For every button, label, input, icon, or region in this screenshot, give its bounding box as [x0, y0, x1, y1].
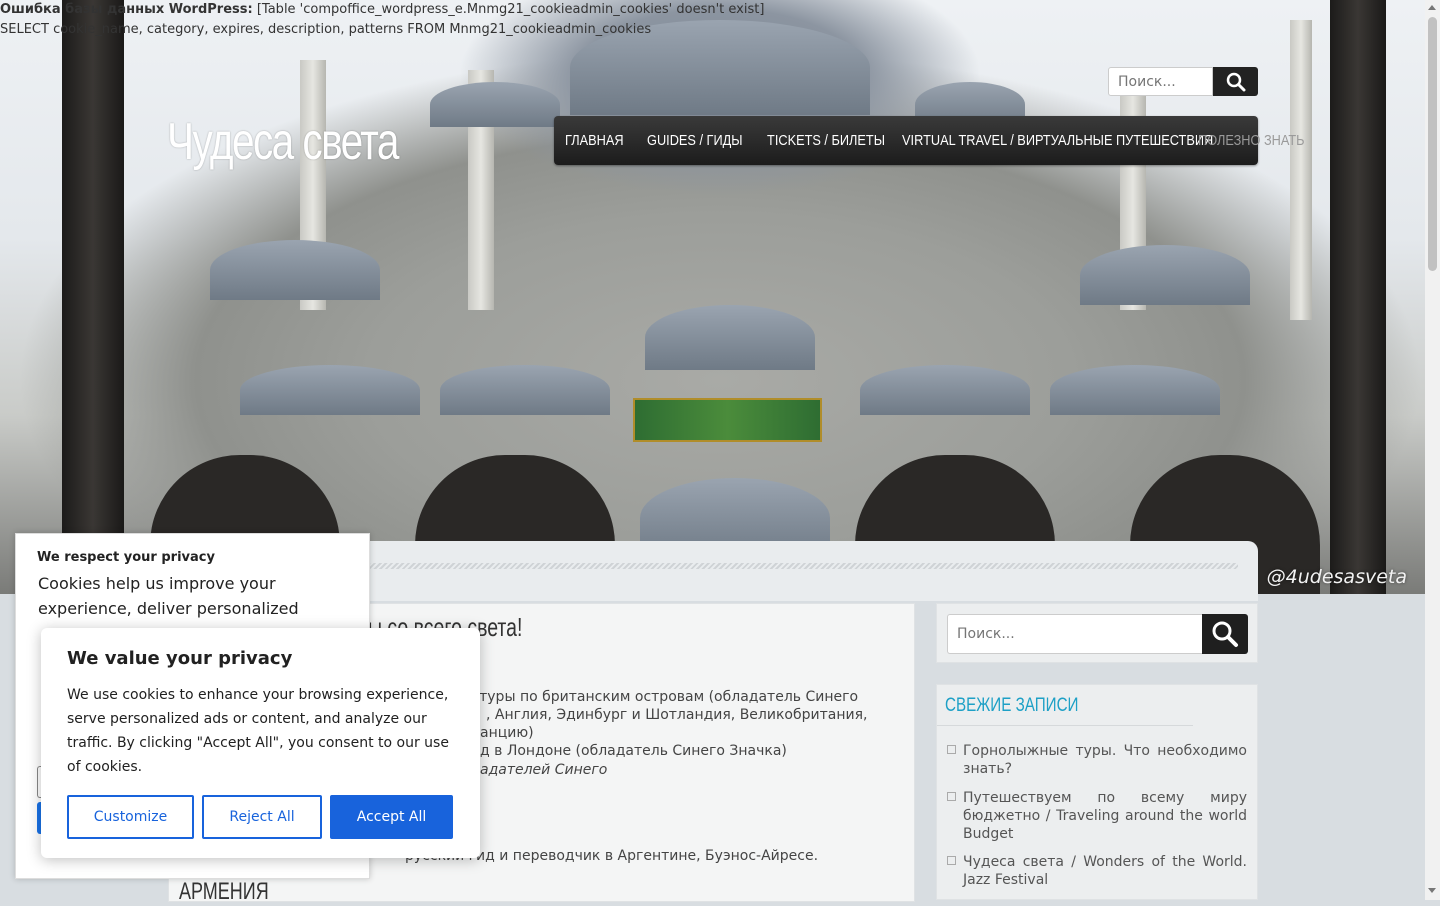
post-line: , Англия, Эдинбург и Шотландия, Великобр…	[486, 707, 868, 723]
db-error-query: SELECT cookie_name, category, expires, d…	[0, 22, 652, 37]
recent-post-item[interactable]: Путешествуем по всему миру бюджетно / Tr…	[947, 789, 1247, 843]
nav-item-guides[interactable]: GUIDES / ГИДЫ	[636, 132, 749, 149]
nav-item-tickets[interactable]: TICKETS / БИЛЕТЫ	[756, 132, 885, 149]
dome	[860, 365, 1030, 415]
recent-post-item[interactable]: Горнолыжные туры. Что необходимо знать?	[947, 742, 1247, 778]
recent-post-link[interactable]: Чудеса света / Wonders of the World. Jaz…	[963, 854, 1247, 888]
dome	[210, 240, 380, 300]
privacy-banner-title: We respect your privacy	[37, 550, 215, 565]
minaret	[1290, 20, 1312, 320]
cookie-consent-dialog: We value your privacy We use cookies to …	[41, 628, 480, 858]
pillar	[62, 0, 124, 594]
recent-post-item[interactable]: Чудеса света / Wonders of the World. Jaz…	[947, 853, 1247, 889]
dome	[1080, 245, 1250, 305]
header-search-input[interactable]	[1108, 67, 1213, 96]
accept-all-button[interactable]: Accept All	[330, 795, 453, 839]
search-icon	[1212, 621, 1238, 647]
sidebar-search-input[interactable]	[947, 614, 1202, 654]
nav-item-home[interactable]: ГЛАВНАЯ	[554, 132, 635, 149]
post-line: ые туры по британским островам (обладате…	[455, 689, 859, 705]
post-line: анцию)	[480, 725, 534, 741]
calligraphy-plaque	[633, 398, 822, 442]
search-icon	[1226, 72, 1245, 91]
image-watermark: @4udesasveta	[1266, 566, 1407, 588]
post-line: адателей Синего	[480, 762, 608, 778]
sidebar-search	[936, 603, 1258, 663]
dome	[645, 305, 815, 370]
bullet-icon	[947, 856, 956, 865]
page-scrollbar[interactable]	[1425, 0, 1440, 900]
section-heading: АРМЕНИЯ	[179, 878, 269, 905]
db-error-label: Ошибка базы данных WordPress:	[0, 2, 253, 17]
dome	[240, 365, 420, 415]
header-search	[1108, 67, 1258, 96]
recent-post-link[interactable]: Горнолыжные туры. Что необходимо знать?	[963, 743, 1247, 777]
dome	[430, 82, 560, 127]
customize-button[interactable]: Customize	[67, 795, 194, 839]
dome	[440, 365, 610, 415]
post-line: д в Лондоне (обладатель Синего Значка)	[480, 743, 787, 759]
bullet-icon	[947, 745, 956, 754]
sidebar-recent-posts: СВЕЖИЕ ЗАПИСИ Горнолыжные туры. Что необ…	[936, 684, 1258, 900]
recent-posts-title: СВЕЖИЕ ЗАПИСИ	[937, 685, 1193, 726]
reject-all-button[interactable]: Reject All	[202, 795, 322, 839]
cookie-consent-title: We value your privacy	[67, 648, 293, 669]
recent-post-link[interactable]: Путешествуем по всему миру бюджетно / Tr…	[963, 790, 1247, 842]
db-error-notice: Ошибка базы данных WordPress: [Table 'co…	[0, 0, 764, 40]
pillar	[1330, 0, 1386, 594]
cookie-consent-text: We use cookies to enhance your browsing …	[67, 687, 449, 775]
nav-item-virtual-travel[interactable]: VIRTUAL TRAVEL / ВИРТУАЛЬНЫЕ ПУТЕШЕСТВИЯ	[891, 132, 1213, 149]
nav-item-useful[interactable]: ПОЛЕЗНО ЗНАТЬ	[1187, 132, 1316, 149]
sidebar-search-button[interactable]	[1202, 614, 1248, 654]
site-title[interactable]: Чудеса света	[167, 112, 399, 172]
scroll-down-icon[interactable]	[1428, 888, 1436, 893]
decorative-rule	[368, 563, 1238, 569]
scroll-up-icon[interactable]	[1428, 5, 1436, 10]
bullet-icon	[947, 792, 956, 801]
header-search-button[interactable]	[1213, 67, 1258, 96]
privacy-banner-text: Cookies help us improve your experience,…	[38, 574, 299, 618]
scrollbar-thumb[interactable]	[1428, 17, 1437, 271]
dome	[1050, 365, 1220, 415]
db-error-message: [Table 'compoffice_wordpress_e.Mnmg21_co…	[256, 2, 765, 17]
main-nav: ГЛАВНАЯ GUIDES / ГИДЫ TICKETS / БИЛЕТЫ V…	[554, 116, 1304, 165]
